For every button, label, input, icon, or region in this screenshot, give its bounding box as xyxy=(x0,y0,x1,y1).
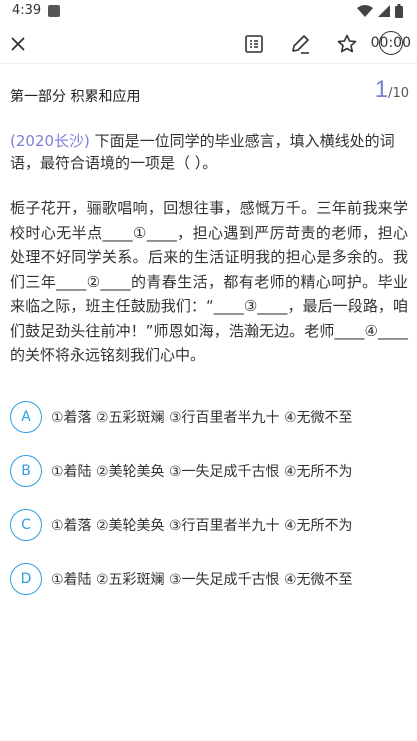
question-source: (2020长沙) xyxy=(10,132,90,150)
timer-text: 00:00 xyxy=(370,35,411,51)
signal-icon xyxy=(378,5,390,17)
option-c[interactable]: C ①着落 ②美轮美奂 ③行百里者半九十 ④无所不为 xyxy=(10,498,410,552)
question-stem: (2020长沙) 下面是一位同学的毕业感言，填入横线处的词语，最符合语境的一项是… xyxy=(10,130,402,174)
question-progress: 1/10 xyxy=(375,76,409,104)
progress-total: /10 xyxy=(388,86,409,101)
close-icon xyxy=(11,37,25,51)
option-text: ①着落 ②美轮美奂 ③行百里者半九十 ④无所不为 xyxy=(51,518,353,534)
option-text: ①着陆 ②美轮美奂 ③一失足成千古恨 ④无所不为 xyxy=(51,464,353,480)
option-a[interactable]: A ①着落 ②五彩斑斓 ③行百里者半九十 ④无微不至 xyxy=(10,390,410,444)
answer-sheet-icon xyxy=(245,35,263,53)
toolbar: 00:00 xyxy=(0,24,417,64)
question-passage: 栀子花开，骊歌唱响，回想往事，感慨万千。三年前我来学校时心无半点____①___… xyxy=(10,199,408,364)
section-title: 第一部分 积累和应用 xyxy=(10,89,141,105)
status-bar: 4:39 xyxy=(0,0,417,24)
option-d[interactable]: D ①着陆 ②五彩斑斓 ③一失足成千古恨 ④无微不至 xyxy=(10,552,410,606)
battery-icon xyxy=(395,4,403,18)
option-b[interactable]: B ①着陆 ②美轮美奂 ③一失足成千古恨 ④无所不为 xyxy=(10,444,410,498)
option-letter: C xyxy=(10,509,42,541)
edit-button[interactable] xyxy=(286,30,314,58)
star-icon xyxy=(337,34,357,53)
section-header: 第一部分 积累和应用 1/10 xyxy=(10,74,409,114)
option-letter: D xyxy=(10,563,42,595)
answer-sheet-button[interactable] xyxy=(240,30,268,58)
edit-icon xyxy=(292,35,309,54)
status-icons xyxy=(357,4,403,18)
notification-app-icon xyxy=(48,5,60,17)
option-text: ①着陆 ②五彩斑斓 ③一失足成千古恨 ④无微不至 xyxy=(51,572,353,588)
answer-options: A ①着落 ②五彩斑斓 ③行百里者半九十 ④无微不至 B ①着陆 ②美轮美奂 ③… xyxy=(10,390,410,606)
status-time: 4:39 xyxy=(12,3,42,18)
option-letter: B xyxy=(10,455,42,487)
close-button[interactable] xyxy=(4,30,32,58)
favorite-button[interactable] xyxy=(333,30,361,58)
progress-current: 1 xyxy=(374,76,389,103)
option-text: ①着落 ②五彩斑斓 ③行百里者半九十 ④无微不至 xyxy=(51,410,353,426)
option-letter: A xyxy=(10,401,42,433)
wifi-icon xyxy=(357,5,373,17)
